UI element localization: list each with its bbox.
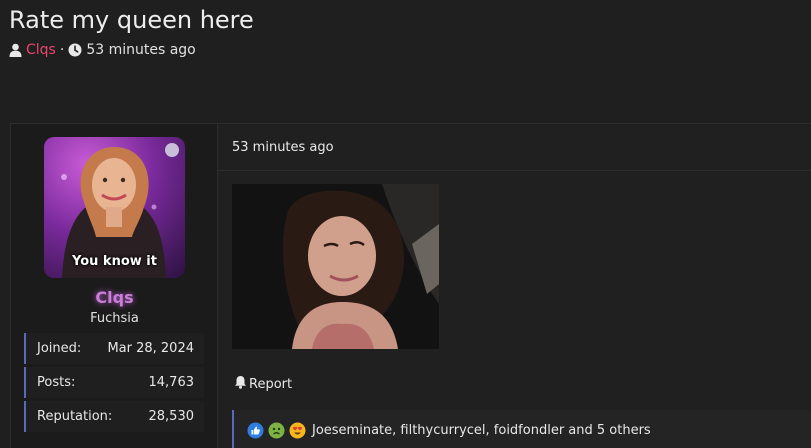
user-icon [9,43,22,57]
post-body: 53 minutes ago Report Joeseminate, filth… [218,124,811,448]
stat-value: 28,530 [148,409,195,424]
stat-label: Joined: [37,341,82,356]
post-divider [218,170,811,171]
thread-title: Rate my queen here [9,6,254,34]
stat-joined: Joined: Mar 28, 2024 [24,333,204,364]
stat-label: Reputation: [37,409,113,424]
user-group: Fuchsia [90,311,139,326]
thread-posted-time: 53 minutes ago [86,42,196,58]
avatar-caption: You know it [72,254,157,269]
thread-page: Rate my queen here Clqs · 53 minutes ago [0,0,811,448]
like-reaction-icon [247,422,264,439]
thread-meta: Clqs · 53 minutes ago [9,42,196,58]
report-button[interactable]: Report [234,375,292,393]
reactions-text: Joeseminate, filthycurrycel, foidfondler… [312,422,651,438]
sick-reaction-icon [268,422,285,439]
heart-eyes-reaction-icon [289,422,306,439]
post-user-sidebar: You know it Clqs Fuchsia Joined: Mar 28,… [11,124,218,448]
stat-value: Mar 28, 2024 [107,341,194,356]
thread-author-link[interactable]: Clqs [26,42,56,58]
avatar[interactable]: You know it [44,137,185,278]
stat-value: 14,763 [148,375,195,390]
post-image[interactable] [232,184,439,349]
report-label: Report [249,376,293,392]
reactions-bar[interactable]: Joeseminate, filthycurrycel, foidfondler… [232,410,811,448]
post-username[interactable]: Clqs [11,288,218,307]
post: You know it Clqs Fuchsia Joined: Mar 28,… [10,123,811,448]
clock-icon [68,43,82,57]
meta-separator: · [59,42,65,58]
stat-label: Posts: [37,375,76,390]
bell-icon [234,375,247,393]
stat-reputation: Reputation: 28,530 [24,401,204,432]
post-date-link[interactable]: 53 minutes ago [232,140,334,155]
stat-posts: Posts: 14,763 [24,367,204,398]
